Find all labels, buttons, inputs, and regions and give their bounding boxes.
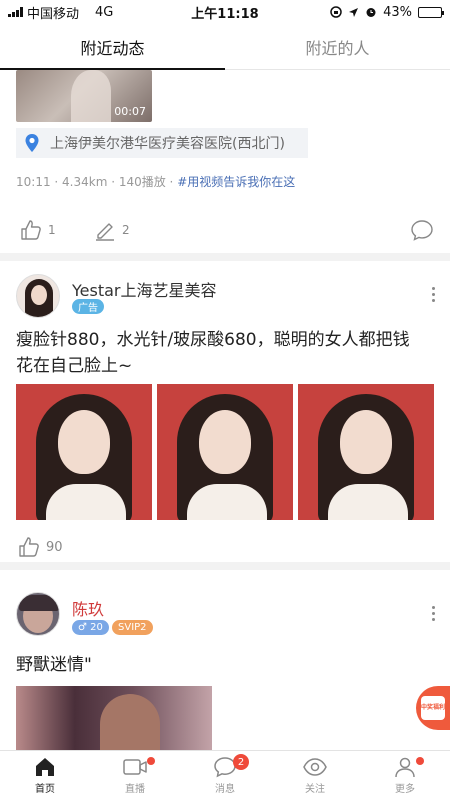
- username[interactable]: 陈玖: [72, 596, 104, 620]
- nav-label: 消息: [215, 784, 235, 795]
- ad-badge: 广告: [72, 299, 104, 314]
- video-duration: 00:07: [114, 105, 146, 118]
- nav-live[interactable]: 直播: [90, 751, 180, 800]
- post-card-video: 00:07 上海伊美尔港华医疗美容医院(西北门) 10:11 · 4.34km …: [0, 70, 450, 253]
- signal-icon: [8, 7, 23, 17]
- live-dot: [147, 757, 155, 765]
- like-count: 90: [46, 539, 63, 555]
- tab-nearby-posts[interactable]: 附近动态: [0, 24, 225, 70]
- carrier-label: 中国移动: [27, 6, 80, 22]
- location-arrow-icon: [349, 7, 359, 17]
- location-name: 上海伊美尔港华医疗美容医院(西北门): [50, 136, 285, 152]
- ad-photo-1[interactable]: [16, 384, 152, 520]
- lock-rotation-icon: [330, 6, 342, 18]
- video-thumbnail[interactable]: 00:07: [16, 70, 152, 122]
- nav-label: 更多: [395, 784, 415, 795]
- action-row: 1 2: [0, 215, 450, 245]
- ad-like-button[interactable]: 90: [18, 536, 63, 558]
- message-count-badge: 2: [233, 754, 249, 770]
- clock: 上午11:18: [191, 6, 259, 22]
- nav-home[interactable]: 首页: [0, 751, 90, 800]
- more-options-icon[interactable]: [430, 287, 436, 302]
- ad-post-text: 瘦脸针880，水光针/玻尿酸680，聪明的女人都把钱 花在自己脸上~: [16, 327, 410, 379]
- nav-label: 关注: [305, 784, 325, 795]
- top-tabs: 附近动态 附近的人: [0, 24, 450, 70]
- post-card-user: 陈玖 ♂ 20 SVIP2 野獸迷情": [0, 570, 450, 750]
- tab-nearby-people[interactable]: 附近的人: [225, 24, 450, 69]
- live-camera-icon: [123, 759, 147, 775]
- more-dot: [416, 757, 424, 765]
- ad-text-line1: 瘦脸针880，水光针/玻尿酸680，聪明的女人都把钱: [16, 330, 410, 350]
- comment-button[interactable]: 2: [94, 219, 130, 241]
- like-button[interactable]: 1: [20, 219, 56, 241]
- person-icon: [395, 757, 415, 778]
- nav-follow[interactable]: 关注: [270, 751, 360, 800]
- location-pin-icon: [25, 134, 39, 152]
- location-chip[interactable]: 上海伊美尔港华医疗美容医院(西北门): [16, 128, 308, 158]
- network-label: 4G: [95, 4, 114, 20]
- more-options-icon[interactable]: [430, 606, 436, 621]
- ad-photo-3[interactable]: [298, 384, 434, 520]
- prize-label: 中奖福利: [421, 696, 445, 720]
- speech-bubble-icon: [411, 220, 433, 241]
- gender-age-badge: ♂ 20: [72, 620, 109, 635]
- ad-text-line2: 花在自己脸上~: [16, 356, 133, 376]
- like-count: 1: [48, 223, 56, 237]
- avatar[interactable]: [16, 274, 60, 318]
- alarm-icon: [366, 8, 376, 17]
- comment-count: 2: [122, 223, 130, 237]
- username[interactable]: Yestar上海艺星美容: [72, 277, 217, 301]
- status-left: 中国移动 4G: [8, 3, 168, 22]
- post-image[interactable]: [16, 686, 212, 750]
- post-text: 野獸迷情": [16, 655, 92, 675]
- nav-label: 直播: [125, 784, 145, 795]
- nav-messages[interactable]: 2 消息: [180, 751, 270, 800]
- vip-badge: SVIP2: [112, 620, 153, 635]
- hashtag-link[interactable]: #用视频告诉我你在这: [177, 175, 295, 189]
- avatar[interactable]: [16, 592, 60, 636]
- bottom-nav: 首页 直播 2 消息 关注 更多: [0, 750, 450, 800]
- thumbs-up-icon: [21, 220, 41, 240]
- battery-percent: 43%: [383, 4, 412, 20]
- feed[interactable]: 00:07 上海伊美尔港华医疗美容医院(西北门) 10:11 · 4.34km …: [0, 70, 450, 750]
- home-icon: [36, 758, 54, 776]
- status-bar: 中国移动 4G 上午11:18 43%: [0, 0, 450, 24]
- chat-button[interactable]: [410, 219, 434, 241]
- thumbs-up-icon: [19, 537, 39, 557]
- battery-icon: [418, 6, 444, 18]
- status-right: 43%: [282, 4, 444, 20]
- post-meta-text: 10:11 · 4.34km · 140播放 ·: [16, 175, 178, 189]
- nav-label: 首页: [35, 784, 55, 795]
- ad-photo-2[interactable]: [157, 384, 293, 520]
- post-meta: 10:11 · 4.34km · 140播放 · #用视频告诉我你在这: [16, 173, 295, 190]
- eye-icon: [303, 758, 327, 776]
- pencil-icon: [96, 223, 114, 241]
- nav-more[interactable]: 更多: [360, 751, 450, 800]
